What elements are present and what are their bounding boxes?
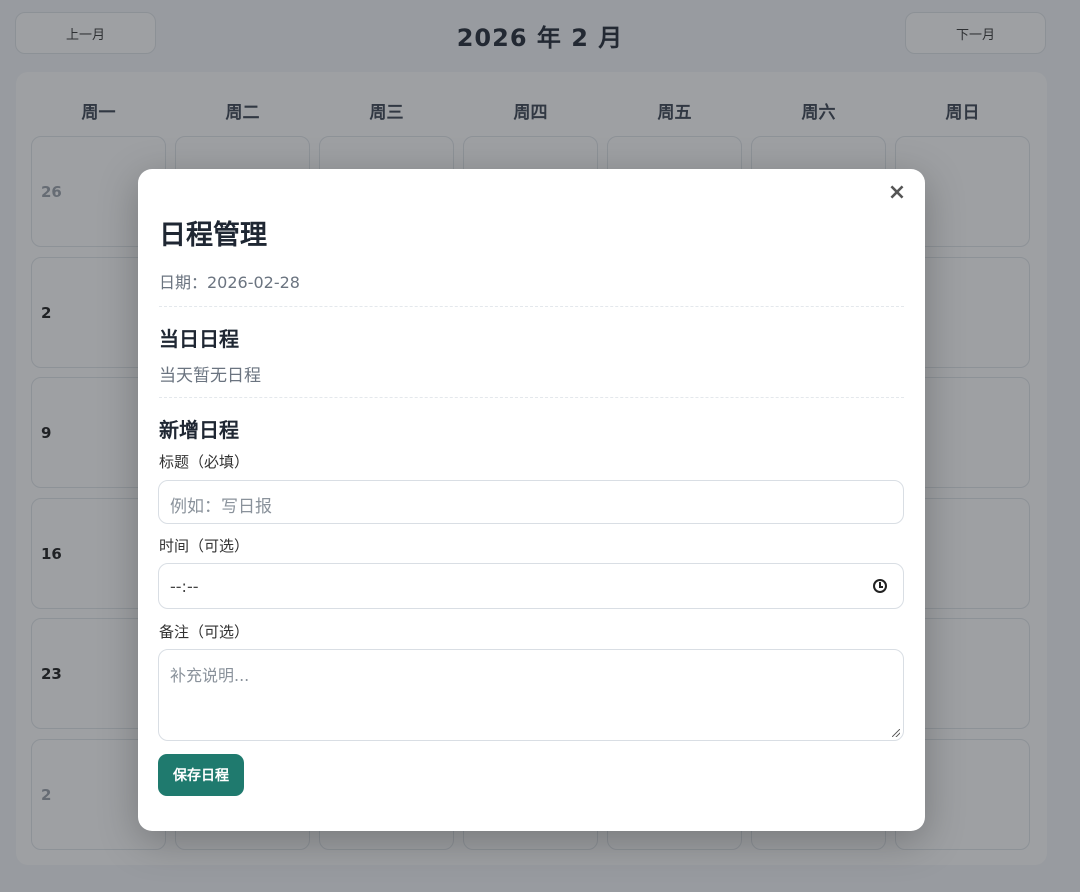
modal-title: 日程管理 (159, 220, 267, 251)
time-input[interactable]: --:-- (158, 563, 904, 609)
note-placeholder: 补充说明... (170, 666, 250, 685)
title-input[interactable]: 例如：写日报 (158, 480, 904, 524)
time-field-label: 时间（可选） (159, 537, 250, 555)
resize-handle-icon[interactable] (892, 729, 900, 737)
close-icon[interactable]: × (885, 181, 909, 205)
save-schedule-button[interactable]: 保存日程 (158, 754, 244, 796)
clock-icon[interactable] (873, 579, 887, 593)
note-field-label: 备注（可选） (159, 623, 250, 641)
new-schedule-heading: 新增日程 (159, 418, 239, 442)
today-schedule-heading: 当日日程 (159, 327, 239, 351)
empty-schedule-text: 当天暂无日程 (159, 366, 261, 386)
divider (159, 306, 904, 307)
schedule-modal: × 日程管理 日期：2026-02-28 当日日程 当天暂无日程 新增日程 标题… (138, 169, 925, 831)
selected-date: 日期：2026-02-28 (159, 273, 300, 292)
divider (159, 397, 904, 398)
note-textarea[interactable]: 补充说明... (158, 649, 904, 741)
title-placeholder: 例如：写日报 (170, 497, 272, 517)
title-field-label: 标题（必填） (159, 453, 250, 471)
time-placeholder: --:-- (170, 577, 199, 596)
